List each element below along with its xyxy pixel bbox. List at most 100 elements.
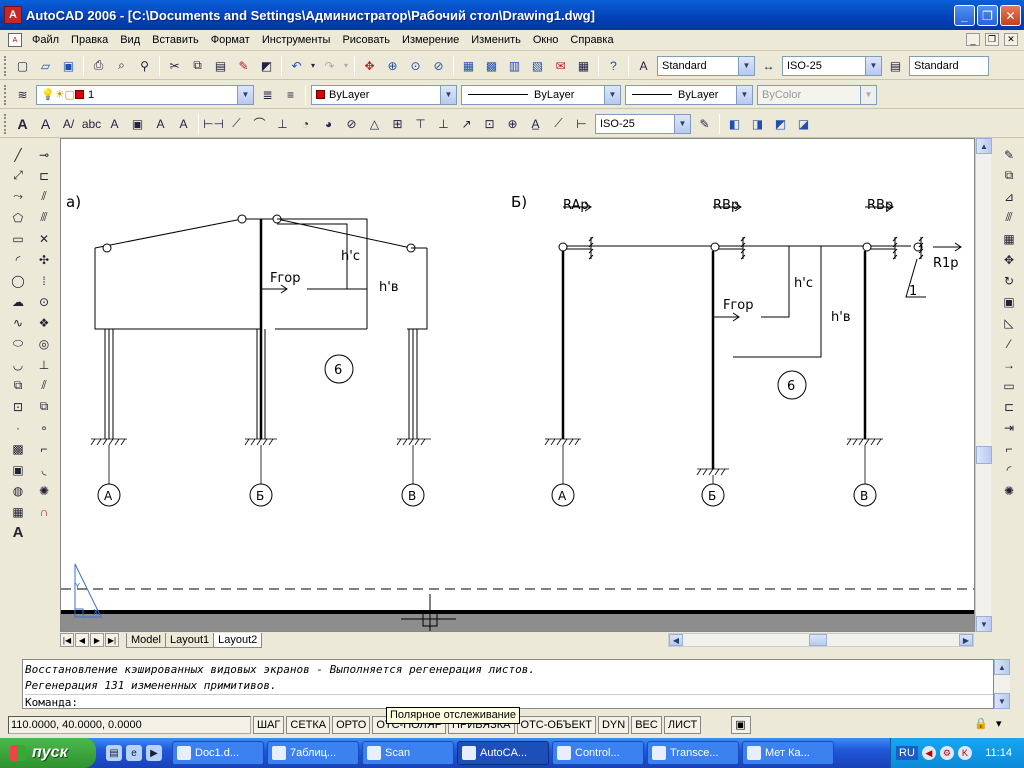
rectangle-icon[interactable]: ▭ xyxy=(8,228,28,249)
save-icon[interactable]: ▣ xyxy=(58,55,79,76)
snap-button[interactable]: ШАГ xyxy=(253,716,285,734)
command-scroll-up[interactable]: ▲ xyxy=(994,659,1010,675)
offset-icon[interactable]: ⫻ xyxy=(34,207,54,228)
text-style-icon[interactable]: A xyxy=(633,55,654,76)
block-editor-icon[interactable]: ◩ xyxy=(256,55,277,76)
tolerance-icon[interactable]: ⊡ xyxy=(479,113,500,134)
ellipse-icon[interactable]: ⬭ xyxy=(8,333,28,354)
move-icon[interactable]: ✣ xyxy=(34,249,54,270)
ordinate-dim-icon[interactable]: ⊥ xyxy=(272,113,293,134)
right-stretch-icon[interactable]: ◺ xyxy=(999,312,1019,333)
right-erase-icon[interactable]: ✎ xyxy=(999,144,1019,165)
paste-icon[interactable]: ▤ xyxy=(210,55,231,76)
dim-style-dialog-icon[interactable]: ✎ xyxy=(694,113,715,134)
right-explode-icon[interactable]: ✺ xyxy=(999,480,1019,501)
ellipse-arc-icon[interactable]: ◡ xyxy=(8,354,28,375)
tray-back-icon[interactable]: ◀ xyxy=(921,746,936,760)
baseline-dim-icon[interactable]: ⊤ xyxy=(410,113,431,134)
center-mark-icon[interactable]: ⊕ xyxy=(502,113,523,134)
menu-tools[interactable]: Инструменты xyxy=(256,31,337,50)
drawing-area[interactable]: а) Fгор h'с h'в 6 А Б В Б) RAр RBр RBр R… xyxy=(60,138,975,632)
menu-view[interactable]: Вид xyxy=(114,31,146,50)
right-extend-icon[interactable]: → xyxy=(999,354,1019,375)
right-fillet-icon[interactable]: ◜ xyxy=(999,459,1019,480)
internet-explorer-icon[interactable]: e xyxy=(126,745,142,761)
properties-icon[interactable]: ▦ xyxy=(458,55,479,76)
tool-palettes-icon[interactable]: ▥ xyxy=(504,55,525,76)
maximize-viewport-icon[interactable]: ▣ xyxy=(731,716,752,734)
right-trim-icon[interactable]: ⁄ xyxy=(999,333,1019,354)
taskbar-item-doc1[interactable]: Doc1.d... xyxy=(172,741,264,765)
dim-style-combo-2[interactable]: ISO-25 ▼ xyxy=(595,113,691,134)
region-icon[interactable]: ◍ xyxy=(8,480,28,501)
linear-dim-icon[interactable]: ⊢⊣ xyxy=(203,113,224,134)
color-combo[interactable]: ByLayer ▼ xyxy=(311,84,457,105)
zoom-previous-icon[interactable]: ⊘ xyxy=(428,55,449,76)
edit-text-icon[interactable]: A/ xyxy=(58,113,79,134)
justify-text-icon[interactable]: A xyxy=(150,113,171,134)
sheet-set-icon[interactable]: ▧ xyxy=(527,55,548,76)
scale-text-icon[interactable]: ▣ xyxy=(127,113,148,134)
toolbar-grip[interactable] xyxy=(4,55,8,76)
continue-dim-icon[interactable]: ⊥ xyxy=(433,113,454,134)
draworder-front-icon[interactable]: ◧ xyxy=(724,113,745,134)
aligned-dim-icon[interactable]: ⟋ xyxy=(226,113,247,134)
otrack-button[interactable]: ОТС-ОБЪЕКТ xyxy=(516,716,596,734)
tab-layout1[interactable]: Layout1 xyxy=(164,632,215,648)
vertical-scrollbar[interactable]: ▲ ▼ xyxy=(975,138,992,632)
right-mirror-icon[interactable]: ⊿ xyxy=(999,186,1019,207)
menu-window[interactable]: Окно xyxy=(527,31,565,50)
make-block-icon[interactable]: ⊡ xyxy=(8,396,28,417)
right-join-icon[interactable]: ⇥ xyxy=(999,417,1019,438)
language-indicator[interactable]: RU xyxy=(896,746,918,760)
doc-restore-button[interactable]: ❐ xyxy=(985,33,999,46)
zoom-realtime-icon[interactable]: ⊕ xyxy=(382,55,403,76)
linetype-combo[interactable]: ByLayer ▼ xyxy=(461,84,621,105)
plotstyle-combo[interactable]: ByColor ▼ xyxy=(757,84,877,105)
text-style-dialog-icon[interactable]: A xyxy=(104,113,125,134)
paper-button[interactable]: ЛИСТ xyxy=(663,716,702,734)
trim-icon[interactable]: ◎ xyxy=(34,333,54,354)
layer-previous-icon[interactable]: ≡ xyxy=(280,84,301,105)
insert-block-icon[interactable]: ⧉ xyxy=(8,375,28,396)
text-style-combo[interactable]: Standard ▼ xyxy=(657,55,755,76)
prev-tab-button[interactable]: ◀ xyxy=(75,633,89,647)
ortho-button[interactable]: ОРТО xyxy=(332,716,371,734)
menu-format[interactable]: Формат xyxy=(205,31,256,50)
taskbar-item-autocad[interactable]: AutoCA... xyxy=(457,741,549,765)
right-array-icon[interactable]: ▦ xyxy=(999,228,1019,249)
right-break-icon[interactable]: ▭ xyxy=(999,375,1019,396)
scroll-down-arrow[interactable]: ▼ xyxy=(976,616,992,632)
polygon-icon[interactable]: ⬠ xyxy=(8,207,28,228)
help-icon[interactable]: ? xyxy=(603,55,624,76)
hatch-icon[interactable]: ▩ xyxy=(8,438,28,459)
print-icon[interactable]: ⎙ xyxy=(88,55,109,76)
new-file-icon[interactable]: ▢ xyxy=(12,55,33,76)
extend-icon[interactable]: ⊥ xyxy=(34,354,54,375)
horizontal-scrollbar[interactable]: ◀ ▶ xyxy=(668,633,974,647)
next-tab-button[interactable]: ▶ xyxy=(90,633,104,647)
line-icon[interactable]: ╱ xyxy=(8,144,28,165)
scroll-left-arrow[interactable]: ◀ xyxy=(669,634,683,646)
draworder-under-icon[interactable]: ◪ xyxy=(793,113,814,134)
menu-modify[interactable]: Изменить xyxy=(465,31,527,50)
scale-icon[interactable]: ⊙ xyxy=(34,291,54,312)
jogged-dim-icon[interactable]: ◕ xyxy=(318,113,339,134)
right-move-icon[interactable]: ✥ xyxy=(999,249,1019,270)
right-break-at-icon[interactable]: ⊏ xyxy=(999,396,1019,417)
circle-icon[interactable]: ◯ xyxy=(8,270,28,291)
array-icon[interactable]: ✕ xyxy=(34,228,54,249)
toolbar-grip[interactable] xyxy=(4,84,8,105)
quick-leader-icon[interactable]: ↗ xyxy=(456,113,477,134)
coordinates-display[interactable]: 110.0000, 40.0000, 0.0000 xyxy=(8,716,251,734)
explode-icon[interactable]: ✺ xyxy=(34,480,54,501)
arc-icon[interactable]: ◜ xyxy=(8,249,28,270)
layer-manager-icon[interactable]: ≋ xyxy=(12,84,33,105)
revision-cloud-icon[interactable]: ☁ xyxy=(8,291,28,312)
tab-layout2[interactable]: Layout2 xyxy=(213,632,263,648)
clock[interactable]: 11:14 xyxy=(985,747,1012,759)
mirror-icon[interactable]: ⫽ xyxy=(34,186,54,207)
first-tab-button[interactable]: |◀ xyxy=(60,633,74,647)
mtext-icon[interactable]: A xyxy=(8,522,28,543)
grid-button[interactable]: СЕТКА xyxy=(286,716,331,734)
